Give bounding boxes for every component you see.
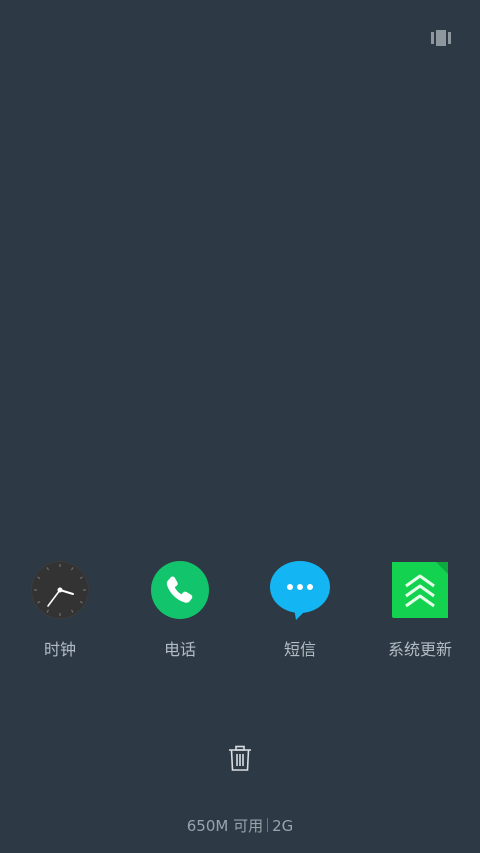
system-update-icon (392, 562, 448, 618)
clear-all-button[interactable] (226, 744, 254, 772)
divider (267, 818, 269, 832)
app-clock[interactable]: 时钟 (0, 560, 120, 670)
clock-icon (31, 561, 89, 619)
phone-icon (151, 561, 209, 619)
app-label-phone: 电话 (163, 640, 196, 659)
message-icon (270, 561, 330, 620)
app-phone[interactable]: 电话 (120, 560, 240, 670)
app-messages[interactable]: 短信 (240, 560, 360, 670)
memory-status: 650M 可用 2G (0, 815, 480, 836)
app-label-system-update: 系统更新 (387, 640, 452, 659)
network-type: 2G (272, 817, 294, 835)
multiwindow-button[interactable] (431, 30, 451, 46)
trash-icon (229, 745, 251, 771)
app-label-clock: 时钟 (43, 640, 76, 659)
recent-apps: 时钟 电话 短信 系统更新 (0, 560, 480, 670)
memory-available: 650M 可用 (186, 817, 264, 835)
app-label-messages: 短信 (283, 640, 316, 659)
multiwindow-icon (431, 30, 451, 46)
app-system-update[interactable]: 系统更新 (360, 560, 480, 670)
